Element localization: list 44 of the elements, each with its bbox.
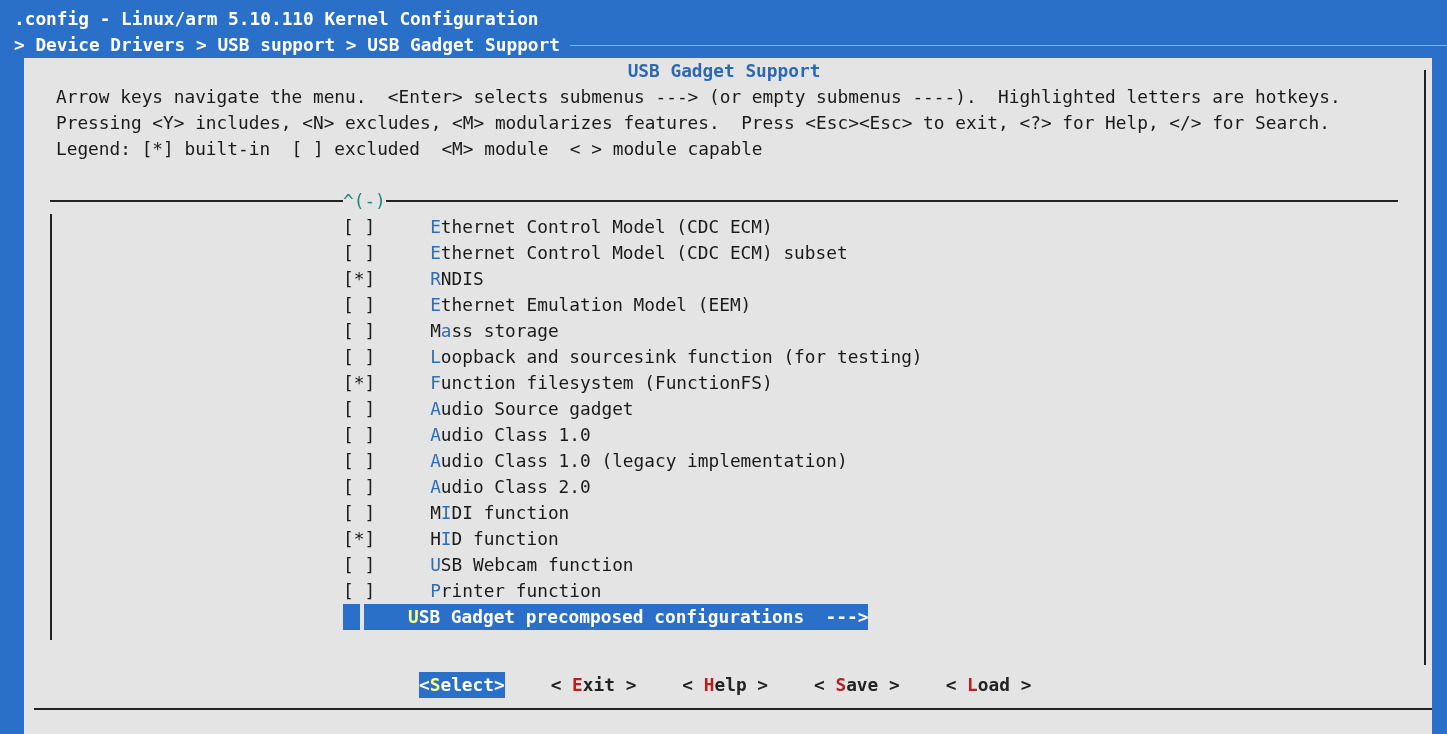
- help-text: Legend: [*] built-in [ ] excluded <M> module < > module capable: [55, 137, 764, 161]
- scroll-indicator: ^(-): [343, 189, 386, 213]
- menu-item[interactable]: USB Gadget precomposed configurations --->: [364, 604, 869, 630]
- checkbox[interactable]: [ ]: [343, 500, 376, 526]
- menu-item[interactable]: Audio Class 2.0: [430, 474, 591, 500]
- checkbox[interactable]: [ ]: [343, 448, 376, 474]
- menu-item[interactable]: Mass storage: [430, 318, 559, 344]
- menu-item[interactable]: P rinter function: [430, 578, 602, 604]
- menu-item[interactable]: Audio Class 1.0: [430, 422, 591, 448]
- checkbox[interactable]: [ ]: [343, 474, 376, 500]
- breadcrumb: > Device Drivers > USB support > USB Gadget Support: [13, 33, 560, 57]
- checkbox[interactable]: [*]: [343, 370, 376, 396]
- checkbox[interactable]: [ ]: [343, 396, 376, 422]
- menu-item[interactable]: USB Webcam function: [430, 552, 634, 578]
- checkbox[interactable]: [ ]: [343, 422, 376, 448]
- dialog-button[interactable]: < Save >: [814, 672, 900, 698]
- checkbox[interactable]: [ ]: [343, 318, 376, 344]
- checkbox[interactable]: [ ]: [343, 344, 376, 370]
- help-text: Arrow keys navigate the menu. <Enter> selects submenus ---> (or empty submenus ----). Highlighted letters are hotkeys.: [55, 85, 1342, 109]
- menu-item[interactable]: Ethernet Control Model (CDC ECM): [430, 214, 773, 240]
- cursor-block: [343, 604, 360, 630]
- menu-item[interactable]: Function filesystem (FunctionFS): [430, 370, 773, 396]
- dialog-button[interactable]: < Help >: [682, 672, 768, 698]
- checkbox[interactable]: [ ]: [343, 578, 376, 604]
- checkbox[interactable]: [ ]: [343, 214, 376, 240]
- menu-item[interactable]: Ethernet Control Model (CDC ECM) subset: [430, 240, 848, 266]
- menu-item[interactable]: HID function: [430, 526, 559, 552]
- dialog-title: USB Gadget Support: [626, 59, 822, 83]
- help-text: Pressing <Y> includes, <N> excludes, <M> modularizes features. Press <Esc><Esc> to exit, <?> for Help, </> for Search.: [55, 111, 1331, 135]
- dialog-button[interactable]: <Select>: [419, 672, 505, 698]
- dialog-button[interactable]: < Load >: [945, 672, 1032, 698]
- checkbox[interactable]: [*]: [343, 266, 376, 292]
- checkbox[interactable]: [ ]: [343, 292, 376, 318]
- menu-item[interactable]: RNDIS: [430, 266, 484, 292]
- window-title: .config - Linux/arm 5.10.110 Kernel Configuration: [13, 7, 540, 31]
- menu-item[interactable]: Audio Class 1.0 (legacy implementation): [430, 448, 848, 474]
- menu-item[interactable]: Audio Source gadget: [430, 396, 634, 422]
- checkbox[interactable]: [*]: [343, 526, 376, 552]
- menu-item[interactable]: Ethernet Emulation Model (EEM): [430, 292, 752, 318]
- checkbox[interactable]: [ ]: [343, 552, 376, 578]
- checkbox[interactable]: [ ]: [343, 240, 376, 266]
- menu-item[interactable]: MIDI function: [430, 500, 570, 526]
- dialog-button[interactable]: < Exit >: [550, 672, 637, 698]
- menu-item[interactable]: Loopback and sourcesink function (for testing): [430, 344, 923, 370]
